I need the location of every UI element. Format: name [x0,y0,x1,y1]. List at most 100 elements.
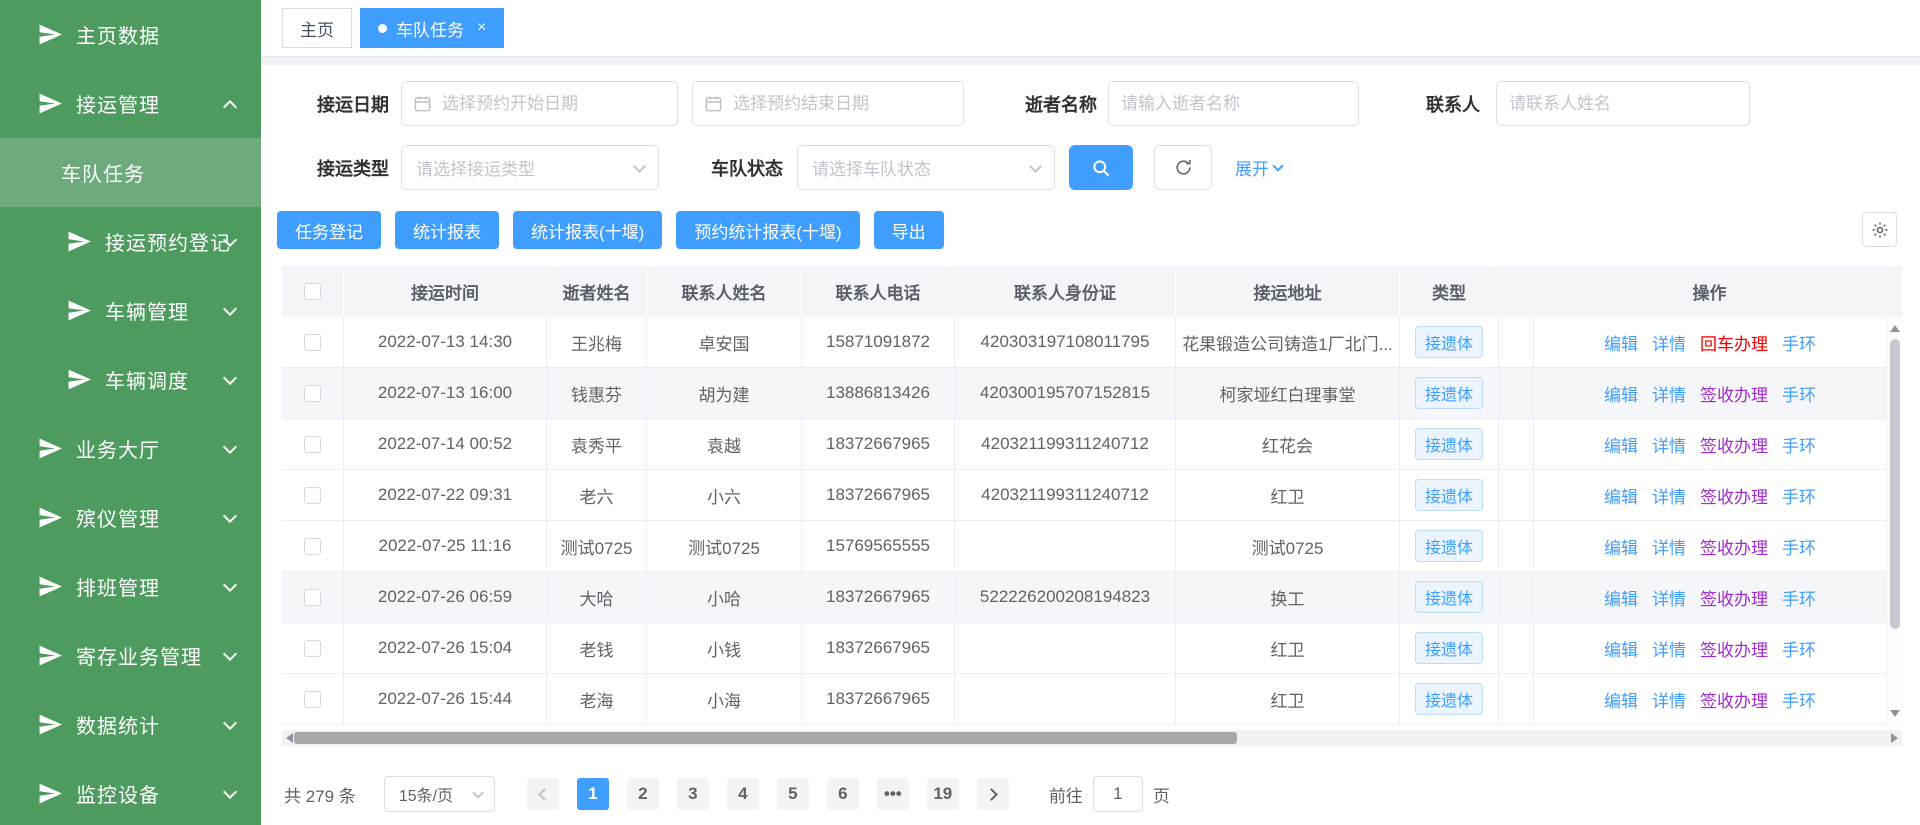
sidebar-item-vehicle-dispatch[interactable]: 车辆调度 [0,345,261,414]
close-icon[interactable]: × [477,19,486,37]
pickup-type-select[interactable]: 请选择接运类型 [401,145,659,190]
action-wristband-link[interactable]: 手环 [1782,432,1816,457]
cell-deceased-name: 袁秀平 [547,419,647,469]
sidebar-item-monitoring-devices[interactable]: 监控设备 [0,759,261,825]
row-checkbox[interactable] [304,691,321,708]
scroll-right-arrow-icon[interactable] [1891,733,1898,743]
page-button-1[interactable]: 1 [577,778,609,810]
action-sign-off-handle-link[interactable]: 签收办理 [1700,381,1768,406]
date-start-input[interactable] [401,81,678,126]
expand-link[interactable]: 展开 [1235,155,1282,180]
row-checkbox[interactable] [304,436,321,453]
page-button-2[interactable]: 2 [627,778,659,810]
sidebar-item-funeral-management[interactable]: 殡仪管理 [0,483,261,552]
row-checkbox[interactable] [304,640,321,657]
row-checkbox[interactable] [304,487,321,504]
task-register-button[interactable]: 任务登记 [277,211,381,249]
stats-report-button[interactable]: 统计报表 [395,211,499,249]
action-edit-link[interactable]: 编辑 [1604,330,1638,355]
action-edit-link[interactable]: 编辑 [1604,534,1638,559]
action-sign-off-handle-link[interactable]: 签收办理 [1700,483,1768,508]
row-checkbox[interactable] [304,538,321,555]
page-button-4[interactable]: 4 [727,778,759,810]
action-sign-off-handle-link[interactable]: 签收办理 [1700,687,1768,712]
horizontal-scrollbar[interactable] [282,730,1902,746]
action-detail-link[interactable]: 详情 [1652,330,1686,355]
refresh-button[interactable] [1154,145,1212,190]
stats-report-shiyan-button[interactable]: 统计报表(十堰) [513,211,662,249]
row-checkbox[interactable] [304,334,321,351]
goto-page-input[interactable] [1093,776,1143,812]
action-wristband-link[interactable]: 手环 [1782,381,1816,406]
action-wristband-link[interactable]: 手环 [1782,534,1816,559]
scroll-down-arrow-icon[interactable] [1890,710,1900,717]
action-detail-link[interactable]: 详情 [1652,432,1686,457]
row-checkbox[interactable] [304,589,321,606]
sidebar-item-pickup-reservation-register[interactable]: 接运预约登记 [0,207,261,276]
vertical-scrollbar[interactable] [1886,317,1902,725]
sidebar-item-business-hall[interactable]: 业务大厅 [0,414,261,483]
sidebar-item-home-data[interactable]: 主页数据 [0,0,261,69]
sidebar-item-transport-management[interactable]: 接运管理 [0,69,261,138]
deceased-name-input[interactable] [1108,81,1359,126]
date-end-input[interactable] [692,81,964,126]
search-button[interactable] [1069,145,1133,190]
sidebar-item-vehicle-management[interactable]: 车辆管理 [0,276,261,345]
row-spacer-cell [1499,572,1534,622]
sidebar-item-data-statistics[interactable]: 数据统计 [0,690,261,759]
action-edit-link[interactable]: 编辑 [1604,687,1638,712]
action-detail-link[interactable]: 详情 [1652,534,1686,559]
sidebar-item-shift-management[interactable]: 排班管理 [0,552,261,621]
next-page-button[interactable] [977,778,1009,810]
contact-input[interactable] [1496,81,1750,126]
action-wristband-link[interactable]: 手环 [1782,330,1816,355]
column-header: 联系人电话 [802,266,955,317]
action-edit-link[interactable]: 编辑 [1604,381,1638,406]
vertical-scrollbar-thumb[interactable] [1890,339,1900,629]
action-edit-link[interactable]: 编辑 [1604,432,1638,457]
cell-deceased-name: 老六 [547,470,647,520]
page-button-19[interactable]: 19 [927,778,959,810]
action-sign-off-handle-link[interactable]: 签收办理 [1700,534,1768,559]
page-ellipsis-button[interactable]: ••• [877,778,909,810]
action-return-car-handle-link[interactable]: 回车办理 [1700,330,1768,355]
date-end-field [692,81,964,126]
page-button-5[interactable]: 5 [777,778,809,810]
cell-deceased-name: 老钱 [547,623,647,673]
action-wristband-link[interactable]: 手环 [1782,483,1816,508]
toolbar-buttons: 任务登记统计报表统计报表(十堰) 预约统计报表(十堰) 导出 [277,211,958,249]
tab-fleet-tasks[interactable]: 车队任务 × [360,8,504,48]
action-wristband-link[interactable]: 手环 [1782,636,1816,661]
column-settings-button[interactable] [1862,212,1897,247]
action-wristband-link[interactable]: 手环 [1782,687,1816,712]
action-sign-off-handle-link[interactable]: 签收办理 [1700,636,1768,661]
fleet-status-select[interactable]: 请选择车队状态 [797,145,1055,190]
sidebar-item-fleet-tasks[interactable]: 车队任务 [0,138,261,207]
action-detail-link[interactable]: 详情 [1652,381,1686,406]
reservation-stats-report-shiyan-button[interactable]: 预约统计报表(十堰) [676,211,859,249]
action-sign-off-handle-link[interactable]: 签收办理 [1700,585,1768,610]
row-checkbox[interactable] [304,385,321,402]
action-sign-off-handle-link[interactable]: 签收办理 [1700,432,1768,457]
action-edit-link[interactable]: 编辑 [1604,636,1638,661]
action-wristband-link[interactable]: 手环 [1782,585,1816,610]
prev-page-button[interactable] [527,778,559,810]
action-detail-link[interactable]: 详情 [1652,687,1686,712]
page-button-3[interactable]: 3 [677,778,709,810]
sidebar-item-storage-business-management[interactable]: 寄存业务管理 [0,621,261,690]
tab-home[interactable]: 主页 [282,8,352,48]
action-edit-link[interactable]: 编辑 [1604,585,1638,610]
scroll-up-arrow-icon[interactable] [1890,325,1900,332]
page-size-select[interactable]: 15条/页 [384,776,495,812]
export-button[interactable]: 导出 [874,211,944,249]
row-spacer-cell [1499,317,1534,367]
select-all-checkbox[interactable] [304,283,321,300]
scroll-left-arrow-icon[interactable] [286,733,293,743]
action-detail-link[interactable]: 详情 [1652,636,1686,661]
page-button-6[interactable]: 6 [827,778,859,810]
action-detail-link[interactable]: 详情 [1652,483,1686,508]
action-edit-link[interactable]: 编辑 [1604,483,1638,508]
horizontal-scrollbar-thumb[interactable] [294,732,1237,744]
sidebar-item-label: 车队任务 [61,158,145,187]
action-detail-link[interactable]: 详情 [1652,585,1686,610]
